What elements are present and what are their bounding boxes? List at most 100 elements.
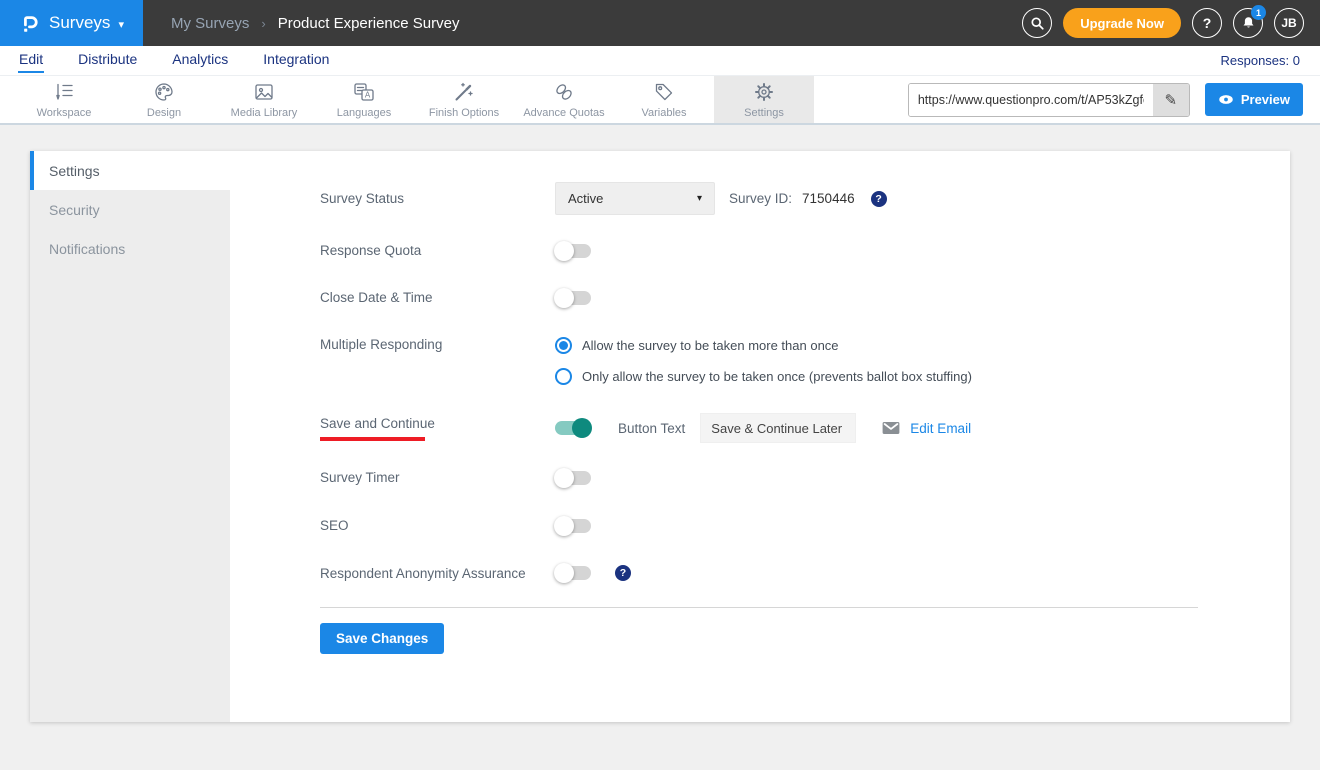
- tab-distribute[interactable]: Distribute: [77, 48, 138, 73]
- design-palette-icon: [152, 80, 176, 104]
- toolbar-item-languages[interactable]: A Languages: [314, 76, 414, 123]
- save-changes-button[interactable]: Save Changes: [320, 623, 444, 654]
- workspace-icon: [52, 80, 76, 104]
- notification-badge: 1: [1251, 5, 1266, 20]
- radio-allow-multiple[interactable]: Allow the survey to be taken more than o…: [555, 337, 972, 354]
- toggle-knob: [554, 516, 574, 536]
- seo-toggle[interactable]: [555, 519, 591, 533]
- toolbar-item-advance-quotas[interactable]: Advance Quotas: [514, 76, 614, 123]
- red-highlight-underline: [320, 437, 425, 441]
- sidebar-item-notifications[interactable]: Notifications: [30, 229, 230, 268]
- settings-form: Survey Status Active ▾ Survey ID: 715044…: [230, 151, 1290, 722]
- seo-row: SEO: [320, 518, 1290, 533]
- button-text-label: Button Text: [618, 421, 685, 436]
- survey-url-group: ✎ Preview: [908, 76, 1320, 123]
- chain-link-icon: [552, 80, 576, 104]
- notifications-button[interactable]: 1: [1233, 8, 1263, 38]
- toolbar-item-media-library[interactable]: Media Library: [214, 76, 314, 123]
- survey-status-label: Survey Status: [320, 191, 555, 206]
- toolbar-item-label: Advance Quotas: [523, 107, 604, 119]
- form-divider: [320, 607, 1198, 608]
- survey-status-row: Survey Status Active ▾ Survey ID: 715044…: [320, 182, 1290, 215]
- questionpro-logo-icon: [19, 12, 41, 34]
- close-date-time-toggle[interactable]: [555, 291, 591, 305]
- tag-icon: [652, 80, 676, 104]
- radio-selected-icon: [555, 337, 572, 354]
- response-quota-row: Response Quota: [320, 243, 1290, 258]
- edit-email-link[interactable]: Edit Email: [910, 421, 971, 436]
- edit-url-button[interactable]: ✎: [1153, 84, 1189, 116]
- svg-text:A: A: [365, 91, 371, 100]
- close-date-time-label: Close Date & Time: [320, 290, 555, 305]
- toggle-knob: [554, 563, 574, 583]
- eye-icon: [1218, 94, 1234, 105]
- survey-id-value: 7150446: [802, 191, 855, 206]
- magic-wand-icon: [452, 80, 476, 104]
- save-and-continue-label: Save and Continue: [320, 416, 555, 431]
- toolbar-item-finish-options[interactable]: Finish Options: [414, 76, 514, 123]
- survey-url-field: ✎: [908, 83, 1190, 117]
- tab-analytics[interactable]: Analytics: [171, 48, 229, 73]
- responses-count: Responses: 0: [1221, 53, 1301, 68]
- radio-unselected-icon: [555, 368, 572, 385]
- save-and-continue-row: Save and Continue Button Text Edit Email: [320, 413, 1290, 443]
- page-body: Settings Security Notifications Survey S…: [0, 125, 1320, 722]
- toggle-knob: [554, 468, 574, 488]
- section-tab-bar: Edit Distribute Analytics Integration Re…: [0, 46, 1320, 75]
- sidebar-item-security[interactable]: Security: [30, 190, 230, 229]
- toolbar-item-settings[interactable]: Settings: [714, 76, 814, 123]
- response-quota-toggle[interactable]: [555, 244, 591, 258]
- button-text-input[interactable]: [700, 413, 856, 443]
- top-bar-main: My Surveys › Product Experience Survey U…: [143, 0, 1320, 46]
- toolbar-item-label: Workspace: [37, 107, 92, 119]
- email-icon: [881, 420, 901, 436]
- breadcrumb: My Surveys › Product Experience Survey: [171, 15, 459, 32]
- respondent-anonymity-row: Respondent Anonymity Assurance ?: [320, 565, 1290, 581]
- help-button[interactable]: ?: [1192, 8, 1222, 38]
- toolbar-item-label: Finish Options: [429, 107, 499, 119]
- survey-timer-toggle[interactable]: [555, 471, 591, 485]
- toolbar-item-design[interactable]: Design: [114, 76, 214, 123]
- avatar[interactable]: JB: [1274, 8, 1304, 38]
- sidebar-item-label: Security: [49, 202, 100, 218]
- settings-card: Settings Security Notifications Survey S…: [30, 151, 1290, 722]
- chevron-down-icon: ▾: [118, 18, 124, 31]
- translate-icon: A: [352, 80, 376, 104]
- toolbar-item-label: Languages: [337, 107, 391, 119]
- survey-status-value: Active: [568, 191, 603, 206]
- radio-allow-once[interactable]: Only allow the survey to be taken once (…: [555, 368, 972, 385]
- multiple-responding-options: Allow the survey to be taken more than o…: [555, 337, 972, 385]
- tabs: Edit Distribute Analytics Integration: [18, 48, 330, 73]
- sidebar-item-settings[interactable]: Settings: [30, 151, 230, 190]
- chevron-down-icon: ▾: [697, 193, 702, 204]
- sidebar-item-label: Settings: [49, 163, 100, 179]
- help-icon: ?: [1203, 15, 1212, 31]
- toolbar-item-workspace[interactable]: Workspace: [14, 76, 114, 123]
- survey-id-help-icon[interactable]: ?: [871, 191, 887, 207]
- toggle-knob: [572, 418, 592, 438]
- survey-status-select[interactable]: Active ▾: [555, 182, 715, 215]
- respondent-anonymity-toggle[interactable]: [555, 566, 591, 580]
- breadcrumb-survey-title: Product Experience Survey: [278, 15, 460, 32]
- toggle-knob: [554, 241, 574, 261]
- save-and-continue-label-block: Save and Continue: [320, 416, 555, 441]
- media-image-icon: [252, 80, 276, 104]
- anonymity-help-icon[interactable]: ?: [615, 565, 631, 581]
- tab-edit[interactable]: Edit: [18, 48, 44, 73]
- close-date-time-row: Close Date & Time: [320, 290, 1290, 305]
- breadcrumb-my-surveys[interactable]: My Surveys: [171, 15, 249, 32]
- save-and-continue-toggle[interactable]: [555, 421, 591, 435]
- preview-button[interactable]: Preview: [1205, 83, 1303, 116]
- breadcrumb-separator: ›: [261, 16, 265, 31]
- toolbar-item-variables[interactable]: Variables: [614, 76, 714, 123]
- top-bar: Surveys ▾ My Surveys › Product Experienc…: [0, 0, 1320, 46]
- product-switcher[interactable]: Surveys ▾: [0, 0, 143, 46]
- survey-url-input[interactable]: [909, 84, 1153, 116]
- toggle-knob: [554, 288, 574, 308]
- upgrade-now-button[interactable]: Upgrade Now: [1063, 8, 1181, 38]
- multiple-responding-row: Multiple Responding Allow the survey to …: [320, 337, 1290, 385]
- tab-integration[interactable]: Integration: [262, 48, 330, 73]
- product-name: Surveys: [49, 13, 110, 33]
- search-button[interactable]: [1022, 8, 1052, 38]
- multiple-responding-label: Multiple Responding: [320, 337, 555, 352]
